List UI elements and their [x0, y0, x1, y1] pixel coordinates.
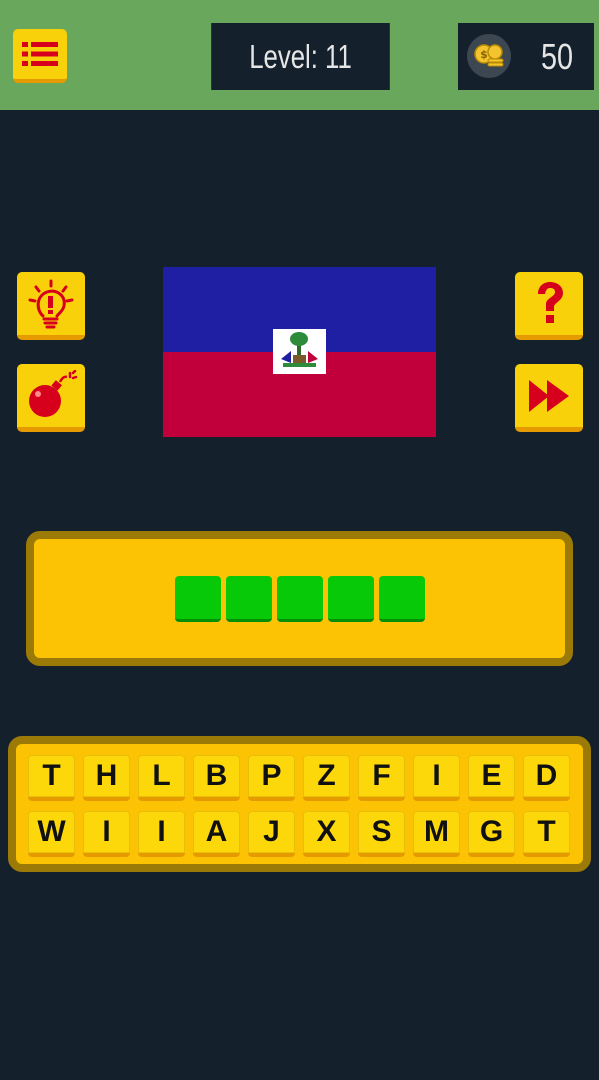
coin-count: 50 — [540, 36, 574, 77]
menu-button[interactable] — [13, 29, 67, 83]
letter-key[interactable]: T — [523, 811, 570, 857]
letter-key[interactable]: I — [83, 811, 130, 857]
letter-key[interactable]: P — [248, 755, 295, 801]
letter-key[interactable]: B — [193, 755, 240, 801]
letter-key[interactable]: S — [358, 811, 405, 857]
letter-key[interactable]: H — [83, 755, 130, 801]
skip-button[interactable] — [515, 364, 583, 432]
letter-key[interactable]: A — [193, 811, 240, 857]
letter-key[interactable]: M — [413, 811, 460, 857]
letter-key[interactable]: E — [468, 755, 515, 801]
letter-key[interactable]: G — [468, 811, 515, 857]
help-button[interactable] — [515, 272, 583, 340]
lightbulb-icon — [28, 279, 74, 328]
letter-key[interactable]: T — [28, 755, 75, 801]
letter-keyboard: T H L B P Z F I E D W I I A J X S M G T — [28, 755, 573, 857]
letter-key[interactable]: I — [413, 755, 460, 801]
bomb-button[interactable] — [17, 364, 85, 432]
letter-key[interactable]: Z — [303, 755, 350, 801]
answer-slots — [175, 576, 425, 622]
coins-icon: $ — [467, 34, 511, 78]
fast-forward-icon — [529, 379, 569, 412]
hint-button[interactable] — [17, 272, 85, 340]
level-indicator: Level: 11 — [211, 23, 390, 90]
coat-of-arms — [273, 329, 326, 374]
letter-key[interactable]: J — [248, 811, 295, 857]
question-mark-icon — [538, 281, 563, 323]
letter-key[interactable]: F — [358, 755, 405, 801]
coins-counter: $ 50 — [458, 23, 594, 90]
answer-slot[interactable] — [277, 576, 323, 622]
answer-slot[interactable] — [175, 576, 221, 622]
answer-slot[interactable] — [379, 576, 425, 622]
letter-key[interactable]: I — [138, 811, 185, 857]
letter-key[interactable]: X — [303, 811, 350, 857]
letter-key[interactable]: L — [138, 755, 185, 801]
bomb-icon — [29, 369, 78, 417]
letter-key[interactable]: D — [523, 755, 570, 801]
level-label: Level: 11 — [249, 37, 352, 75]
list-icon — [22, 42, 58, 66]
flag-image — [163, 267, 436, 437]
answer-slot[interactable] — [226, 576, 272, 622]
letter-key[interactable]: W — [28, 811, 75, 857]
svg-text:$: $ — [480, 48, 488, 61]
answer-slot[interactable] — [328, 576, 374, 622]
